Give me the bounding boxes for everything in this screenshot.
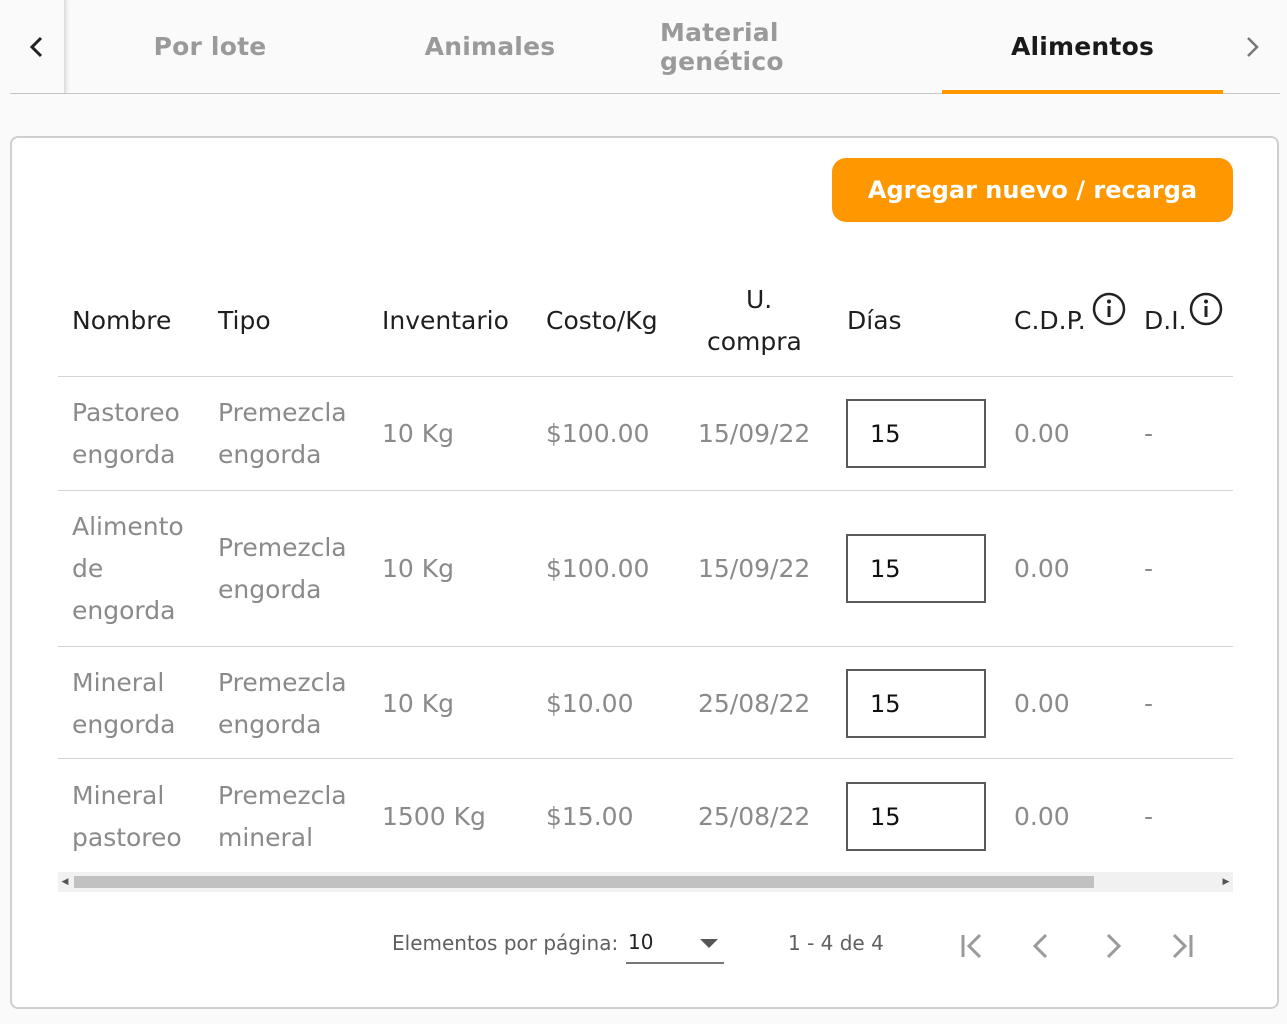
header-u-compra-line1: U. [746, 285, 773, 314]
cell-nombre-line: pastoreo [72, 823, 182, 852]
cell-costo: $100.00 [546, 419, 650, 448]
next-page-button[interactable] [1090, 924, 1134, 968]
cell-nombre-line: engorda [72, 440, 176, 469]
cdp-info-icon[interactable] [1092, 292, 1126, 326]
cell-nombre-line: Alimento [72, 512, 184, 541]
header-di: D.I. [1144, 306, 1187, 335]
cell-tipo-line: Premezcla [218, 533, 347, 562]
dropdown-caret-icon [700, 939, 718, 948]
cell-inventario: 10 Kg [382, 554, 455, 583]
cell-cdp: 0.00 [1014, 802, 1070, 831]
cell-di: - [1144, 689, 1154, 718]
cell-costo: $15.00 [546, 802, 634, 831]
scroll-left-arrow-icon[interactable]: ◀ [58, 872, 72, 892]
cell-nombre-line: de [72, 554, 104, 583]
chevron-left-icon [29, 36, 43, 57]
cell-ucompra: 25/08/22 [698, 689, 811, 718]
first-page-icon [961, 933, 982, 959]
header-divider [58, 376, 1233, 377]
header-inventario: Inventario [382, 306, 509, 335]
cell-nombre-line: engorda [72, 710, 176, 739]
cell-tipo-line: Premezcla [218, 668, 347, 697]
cell-cdp: 0.00 [1014, 419, 1070, 448]
cell-di: - [1144, 802, 1154, 831]
add-new-recharge-button[interactable]: Agregar nuevo / recarga [832, 158, 1233, 222]
last-page-icon [1172, 933, 1193, 959]
cell-tipo-line: engorda [218, 710, 322, 739]
dias-input[interactable] [846, 782, 986, 851]
chevron-left-icon [1032, 933, 1048, 959]
cell-inventario: 10 Kg [382, 689, 455, 718]
header-costo-kg: Costo/Kg [546, 306, 658, 335]
cell-tipo-line: engorda [218, 440, 322, 469]
dias-input[interactable] [846, 534, 986, 603]
cell-costo: $100.00 [546, 554, 650, 583]
cell-costo: $10.00 [546, 689, 634, 718]
cell-nombre-line: Mineral [72, 781, 165, 810]
page-size-select[interactable]: 10 [626, 924, 724, 964]
header-tipo: Tipo [218, 306, 271, 335]
cell-ucompra: 15/09/22 [698, 554, 811, 583]
page-size-value: 10 [628, 930, 654, 954]
cell-inventario: 10 Kg [382, 419, 455, 448]
tab-scroll-right-button[interactable] [1224, 0, 1280, 93]
cell-nombre-line: Pastoreo [72, 398, 180, 427]
cell-tipo-line: mineral [218, 823, 314, 852]
scroll-right-arrow-icon[interactable]: ▶ [1219, 872, 1233, 892]
tab-por-lote[interactable]: Por lote [130, 0, 290, 93]
previous-page-button[interactable] [1020, 924, 1064, 968]
cell-cdp: 0.00 [1014, 554, 1070, 583]
dias-input[interactable] [846, 399, 986, 468]
cell-ucompra: 25/08/22 [698, 802, 811, 831]
tab-animales[interactable]: Animales [400, 0, 580, 93]
row-divider [58, 646, 1233, 647]
chevron-right-icon [1247, 36, 1259, 57]
last-page-button[interactable] [1160, 924, 1204, 968]
cell-inventario: 1500 Kg [382, 802, 486, 831]
row-divider [58, 490, 1233, 491]
cell-di: - [1144, 419, 1154, 448]
first-page-button[interactable] [950, 924, 994, 968]
cell-ucompra: 15/09/22 [698, 419, 811, 448]
row-divider [58, 758, 1233, 759]
di-info-icon[interactable] [1189, 292, 1223, 326]
chevron-right-icon [1106, 933, 1122, 959]
dias-input[interactable] [846, 669, 986, 738]
scrollbar-thumb[interactable] [74, 876, 1094, 888]
tab-material-genetico[interactable]: Material genético [660, 0, 910, 93]
cell-tipo-line: Premezcla [218, 398, 347, 427]
table-horizontal-scrollbar[interactable]: ◀ ▶ [58, 872, 1233, 892]
header-nombre: Nombre [72, 306, 172, 335]
tab-scroll-left-button[interactable] [10, 0, 66, 93]
tab-alimentos[interactable]: Alimentos [942, 0, 1223, 94]
cell-cdp: 0.00 [1014, 689, 1070, 718]
header-cdp: C.D.P. [1014, 306, 1086, 335]
cell-nombre-line: Mineral [72, 668, 165, 697]
header-dias: Días [847, 306, 902, 335]
cell-tipo-line: Premezcla [218, 781, 347, 810]
items-per-page-label: Elementos por página: [392, 931, 619, 955]
alimentos-card: Agregar nuevo / recarga Nombre Tipo Inve… [10, 136, 1279, 1009]
page-range-label: 1 - 4 de 4 [788, 931, 884, 955]
cell-di: - [1144, 554, 1154, 583]
header-u-compra-line2: compra [707, 327, 802, 356]
cell-tipo-line: engorda [218, 575, 322, 604]
tab-bar: Por lote Animales Material genético Alim… [10, 0, 1280, 94]
cell-nombre-line: engorda [72, 596, 176, 625]
